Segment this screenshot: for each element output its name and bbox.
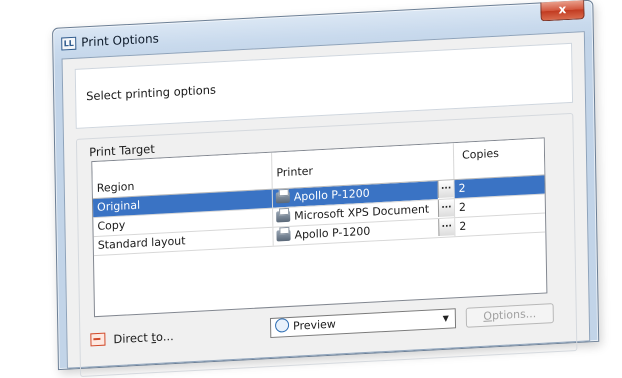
choose-printer-button[interactable]: ... [437, 180, 453, 198]
direct-to-label-prefix: Direct [113, 330, 151, 346]
window-title: Print Options [81, 31, 159, 49]
choose-printer-button[interactable]: ... [438, 199, 454, 217]
choose-printer-button[interactable]: ... [438, 218, 454, 236]
dialog-client-area: Select printing options Print Target Reg… [62, 31, 591, 369]
options-button[interactable]: Options... [466, 303, 554, 328]
print-target-label: Print Target [87, 142, 157, 160]
printer-icon [276, 230, 290, 242]
copies-cell[interactable]: 2 [455, 213, 545, 236]
direct-to-label-suffix: o... [156, 329, 174, 344]
chevron-down-icon[interactable]: ▼ [443, 310, 449, 328]
print-target-group: Print Target Region Printer Copies Origi… [76, 113, 577, 377]
grid-body: Region Printer Copies Original Apollo P-… [92, 138, 546, 316]
print-target-grid[interactable]: Region Printer Copies Original Apollo P-… [91, 137, 547, 317]
app-icon: LL [61, 37, 76, 51]
printer-icon [276, 211, 290, 223]
preview-icon [275, 318, 289, 333]
print-options-dialog: LL Print Options x Select printing optio… [52, 0, 599, 370]
printer-name: Apollo P-1200 [294, 225, 370, 242]
direct-to-icon [90, 333, 105, 347]
printer-icon [276, 192, 290, 204]
options-label-suffix: ptions... [492, 307, 536, 322]
column-header-copies[interactable]: Copies [454, 138, 545, 179]
screenshot-scene: LL Print Options x Select printing optio… [0, 0, 622, 338]
close-button[interactable]: x [540, 0, 584, 21]
output-mode-value: Preview [293, 318, 336, 333]
dialog-subtitle: Select printing options [86, 83, 216, 104]
output-mode-select[interactable]: Preview ▼ [270, 308, 456, 338]
printer-name: Apollo P-1200 [294, 187, 370, 204]
direct-to-button[interactable]: Direct to... [90, 329, 174, 347]
